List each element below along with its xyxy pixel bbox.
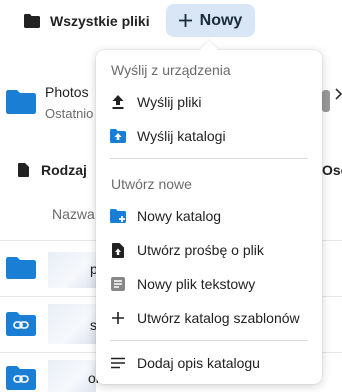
text-lines-icon [110,355,126,371]
create-caption: Utwórz nowe [111,176,192,192]
template-folder-item[interactable]: Utwórz katalog szablonów [96,301,322,335]
filter-type-button[interactable]: Rodzaj [41,162,87,178]
breadcrumb[interactable]: Wszystkie pliki [24,8,150,34]
menu-separator [110,158,308,159]
filter-people-button[interactable]: Oso [322,162,342,178]
folder-description-label: Dodaj opis katalogu [137,355,260,371]
new-folder-item[interactable]: Nowy katalog [96,199,322,233]
upload-caption: Wyślij z urządzenia [111,62,231,78]
folder-description-item[interactable]: Dodaj opis katalogu [96,346,322,380]
menu-separator [110,340,308,341]
thumbnail [48,252,96,288]
new-menu: Wyślij z urządzenia Wyślij pliki Wyślij … [96,50,322,384]
upload-icon [110,94,126,110]
column-name-header[interactable]: Nazwa [52,206,95,222]
plus-icon [178,14,192,27]
upload-folders-label: Wyślij katalogi [137,128,226,144]
breadcrumb-all-files[interactable]: Wszystkie pliki [50,13,150,29]
upload-files-item[interactable]: Wyślij pliki [96,85,322,119]
folder-plus-icon [110,208,126,224]
folder-name[interactable]: Photos [45,84,89,100]
file-request-item[interactable]: Utwórz prośbę o plik [96,233,322,267]
new-button[interactable]: Nowy [166,4,255,37]
chevron-right-icon[interactable] [335,88,342,100]
folder-icon [24,14,40,28]
folder-icon [6,257,36,279]
shared-folder-icon [6,366,36,390]
file-upload-icon [110,242,126,258]
thumbnail [48,304,96,344]
new-text-file-item[interactable]: Nowy plik tekstowy [96,267,322,301]
folder-upload-icon [110,128,126,144]
shared-folder-icon [6,312,36,336]
file-request-label: Utwórz prośbę o plik [137,242,264,258]
file-icon [18,163,29,177]
text-file-icon [110,276,126,292]
upload-folders-item[interactable]: Wyślij katalogi [96,119,322,153]
folder-badge [322,90,330,112]
new-text-file-label: Nowy plik tekstowy [137,276,256,292]
new-folder-label: Nowy katalog [137,208,222,224]
folder-subtitle: Ostatnio [45,106,94,121]
upload-files-label: Wyślij pliki [137,94,202,110]
folder-icon [6,90,36,114]
new-button-label: Nowy [199,11,243,29]
plus-icon [110,310,126,326]
template-folder-label: Utwórz katalog szablonów [137,310,300,326]
